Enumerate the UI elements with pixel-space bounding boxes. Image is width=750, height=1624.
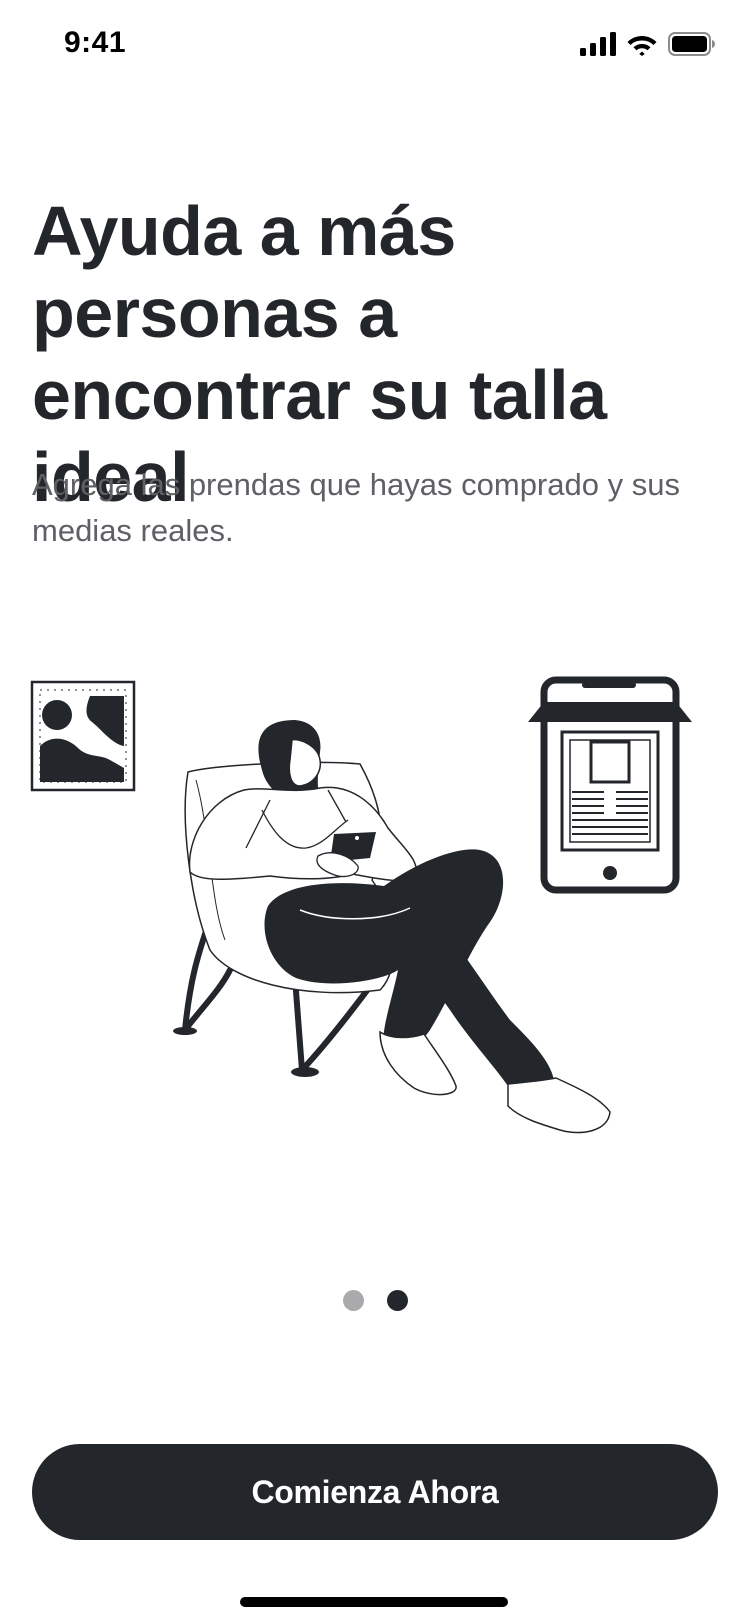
tablet-device-icon xyxy=(528,676,692,894)
woman-on-chair-with-phone-illustration xyxy=(30,676,692,1134)
framed-picture-icon xyxy=(30,680,136,792)
status-bar: 9:41 xyxy=(0,0,750,90)
status-time: 9:41 xyxy=(64,26,127,59)
onboarding-subtitle: Agrega las prendas que hayas comprado y … xyxy=(32,467,680,548)
wifi-icon xyxy=(627,36,657,56)
battery-icon xyxy=(668,32,715,56)
start-now-button[interactable]: Comienza Ahora xyxy=(32,1444,718,1540)
home-indicator[interactable] xyxy=(240,1597,508,1607)
page-indicator xyxy=(0,1290,750,1311)
page-dot-1[interactable] xyxy=(342,1290,364,1311)
status-icons xyxy=(580,32,716,56)
cellular-signal-icon xyxy=(580,32,616,56)
page-dot-2-active[interactable] xyxy=(386,1290,408,1311)
